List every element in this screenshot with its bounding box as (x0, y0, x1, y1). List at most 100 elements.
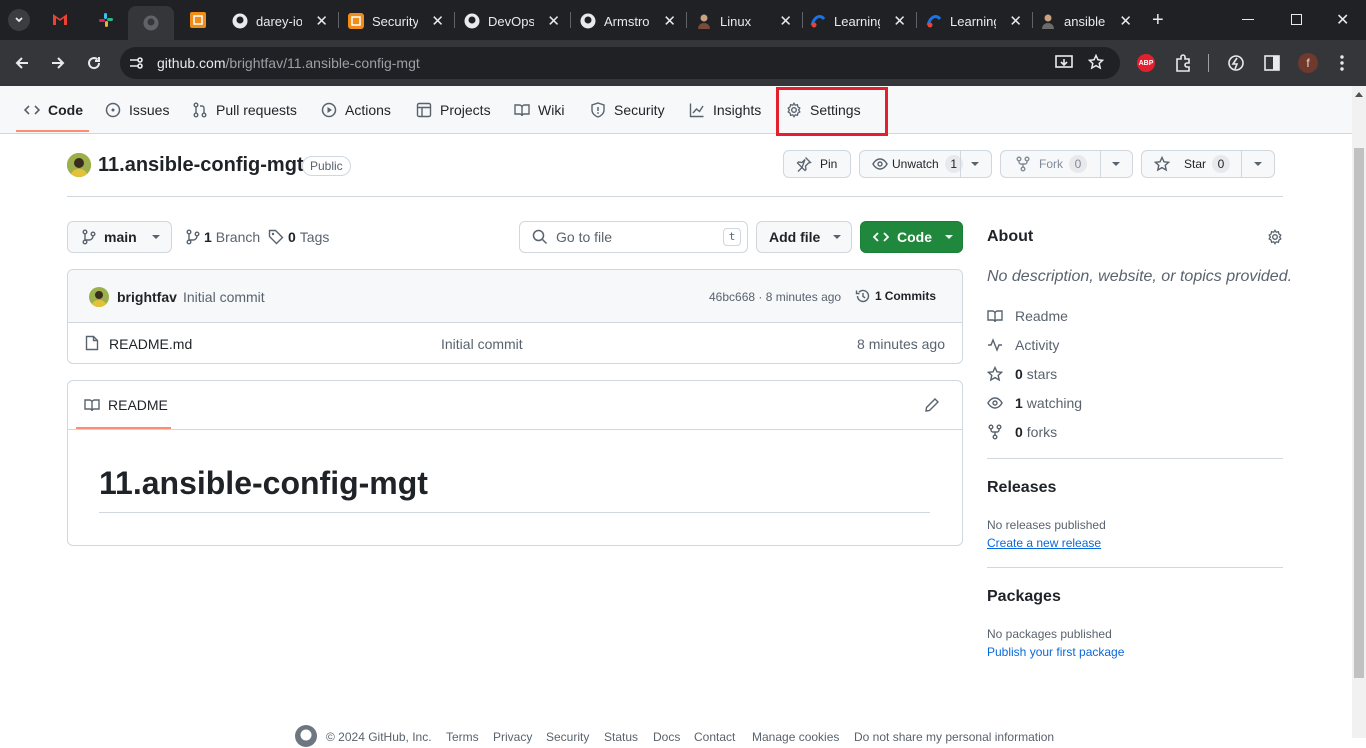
fork-button[interactable]: Fork 0 (1000, 150, 1133, 178)
footer-link-do-not-share[interactable]: Do not share my personal information (854, 730, 1054, 744)
caret-down-icon[interactable] (1253, 161, 1263, 167)
watching-link[interactable]: 1 watching (987, 395, 1082, 411)
tab-security[interactable]: Security (590, 86, 665, 134)
install-app-icon[interactable] (1055, 55, 1073, 71)
tab-slack[interactable] (98, 12, 114, 28)
pin-button[interactable]: Pin (783, 150, 851, 178)
tab-projects[interactable]: Projects (416, 86, 491, 134)
window-close-button[interactable]: ✕ (1336, 10, 1349, 30)
repo-name[interactable]: 11.ansible-config-mgt (98, 154, 304, 177)
publish-package-link[interactable]: Publish your first package (987, 645, 1124, 659)
commit-author[interactable]: brightfav (117, 289, 177, 305)
about-settings-button[interactable] (1267, 229, 1283, 245)
tab-wiki[interactable]: Wiki (514, 86, 564, 134)
scrollbar-thumb[interactable] (1354, 148, 1364, 678)
url-text[interactable]: github.com/brightfav/11.ansible-config-m… (157, 55, 420, 71)
reload-button[interactable] (86, 55, 102, 71)
blue-app-icon (810, 15, 826, 28)
close-icon[interactable]: ✕ (431, 12, 444, 30)
tab-actions[interactable]: Actions (321, 86, 391, 134)
packages-title[interactable]: Packages (987, 588, 1061, 606)
go-to-file-input[interactable]: Go to file t (519, 221, 748, 253)
tab-gmail[interactable] (52, 12, 68, 28)
footer-link-privacy[interactable]: Privacy (493, 730, 532, 744)
play-icon (321, 102, 337, 118)
close-icon[interactable]: ✕ (779, 12, 792, 30)
tab-pull-requests[interactable]: Pull requests (192, 86, 297, 134)
footer-link-terms[interactable]: Terms (446, 730, 479, 744)
tab-security[interactable]: Security ✕ (348, 6, 448, 36)
tab-devops[interactable]: DevOps ✕ (464, 6, 564, 36)
performance-icon[interactable] (1227, 54, 1245, 72)
browser-menu-icon[interactable] (1340, 55, 1344, 71)
adblock-extension-icon[interactable]: ABP (1137, 54, 1155, 72)
forks-link[interactable]: 0 forks (987, 424, 1057, 440)
forward-button[interactable] (50, 55, 66, 71)
site-info-icon[interactable] (128, 55, 144, 71)
tab-linux[interactable]: Linux ✕ (696, 6, 796, 36)
side-panel-icon[interactable] (1264, 55, 1280, 71)
commit-hash-time[interactable]: 46bc668 · 8 minutes ago (709, 290, 841, 304)
footer-link-docs[interactable]: Docs (653, 730, 680, 744)
tab-orange-app[interactable] (190, 12, 206, 28)
stars-count: 0 (1015, 366, 1023, 382)
star-button[interactable]: Star 0 (1141, 150, 1275, 178)
create-release-link[interactable]: Create a new release (987, 536, 1101, 550)
close-icon[interactable]: ✕ (663, 12, 676, 30)
profile-avatar[interactable]: f (1298, 53, 1318, 73)
footer-link-security[interactable]: Security (546, 730, 589, 744)
edit-readme-button[interactable] (924, 397, 940, 413)
tab-darey-io[interactable]: darey-io ✕ (232, 6, 332, 36)
tab-issues[interactable]: Issues (105, 86, 169, 134)
branch-selector[interactable]: main (67, 221, 172, 253)
scroll-up-arrow[interactable] (1355, 92, 1363, 97)
github-footer-logo[interactable] (294, 724, 318, 748)
stars-link[interactable]: 0 stars (987, 366, 1057, 382)
tab-learning-2[interactable]: Learning ✕ (926, 6, 1026, 36)
footer-link-contact[interactable]: Contact (694, 730, 735, 744)
tab-armstro[interactable]: Armstro ✕ (580, 6, 680, 36)
activity-link[interactable]: Activity (987, 337, 1059, 353)
close-icon[interactable]: ✕ (1119, 12, 1132, 30)
close-icon[interactable]: ✕ (547, 12, 560, 30)
code-button[interactable]: Code (860, 221, 963, 253)
tab-search-button[interactable] (8, 9, 30, 31)
file-commit-message[interactable]: Initial commit (441, 336, 523, 352)
releases-title[interactable]: Releases (987, 479, 1056, 497)
tab-insights[interactable]: Insights (689, 86, 761, 134)
close-icon[interactable]: ✕ (1009, 12, 1022, 30)
eye-icon (872, 158, 888, 170)
pull-request-icon (193, 102, 207, 118)
bookmark-star-icon[interactable] (1088, 54, 1104, 70)
tags-link[interactable]: 0 Tags (268, 229, 329, 245)
browser-tab-bar: darey-io ✕ Security ✕ DevOps ✕ Armstro ✕… (0, 0, 1366, 40)
shield-icon (591, 102, 605, 118)
readme-link[interactable]: Readme (987, 308, 1068, 324)
repo-owner-avatar[interactable] (67, 153, 91, 177)
tab-ansible[interactable]: ansible ✕ (1040, 6, 1136, 36)
back-button[interactable] (14, 55, 30, 71)
minimize-button[interactable] (1242, 19, 1254, 20)
extensions-puzzle-icon[interactable] (1174, 54, 1192, 72)
readme-tab[interactable]: README (84, 397, 168, 413)
footer-link-cookies[interactable]: Manage cookies (752, 730, 839, 744)
restore-button[interactable] (1291, 14, 1302, 25)
branch-icon (186, 229, 200, 245)
unwatch-button[interactable]: Unwatch 1 (859, 150, 992, 178)
commits-link[interactable]: 1 Commits (855, 288, 936, 304)
tag-icon (268, 229, 284, 245)
tab-learning-1[interactable]: Learning ✕ (810, 6, 910, 36)
commit-author-avatar[interactable] (89, 287, 109, 307)
caret-down-icon[interactable] (970, 161, 980, 167)
add-file-button[interactable]: Add file (756, 221, 852, 253)
branches-link[interactable]: 1 Branch (186, 229, 260, 245)
tab-github-active[interactable] (128, 6, 174, 40)
footer-link-status[interactable]: Status (604, 730, 638, 744)
tab-code[interactable]: Code (24, 86, 83, 134)
close-icon[interactable]: ✕ (315, 12, 328, 30)
new-tab-button[interactable]: + (1152, 10, 1164, 30)
close-icon[interactable]: ✕ (893, 12, 906, 30)
file-name[interactable]: README.md (109, 336, 192, 352)
caret-down-icon[interactable] (1111, 161, 1121, 167)
commit-message[interactable]: Initial commit (183, 289, 265, 305)
